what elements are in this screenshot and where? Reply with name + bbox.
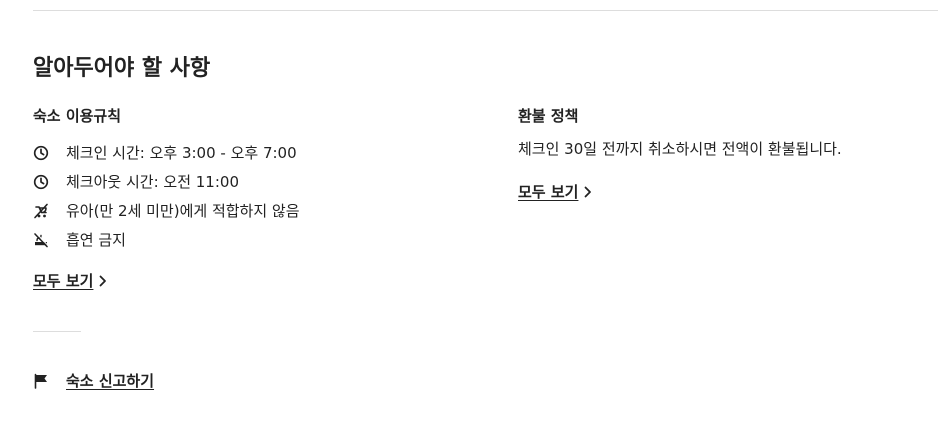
refund-policy-heading: 환불 정책 [518, 107, 579, 125]
clock-icon [33, 174, 49, 190]
refund-policy-section: 환불 정책 체크인 30일 전까지 취소하시면 전액이 환불됩니다. [518, 105, 938, 160]
rule-text: 흡연 금지 [66, 230, 126, 249]
refund-policy-show-all-link[interactable]: 모두 보기 [518, 181, 592, 203]
rule-check-in: 체크인 시간: 오후 3:00 - 오후 7:00 [33, 138, 473, 167]
rule-no-infants: 유아(만 2세 미만)에게 적합하지 않음 [33, 196, 473, 225]
section-divider [33, 331, 81, 332]
chevron-right-icon [99, 275, 107, 287]
chevron-right-icon [584, 186, 592, 198]
clock-icon [33, 145, 49, 161]
rule-text: 체크인 시간: 오후 3:00 - 오후 7:00 [66, 143, 297, 162]
house-rules-show-all-link[interactable]: 모두 보기 [33, 270, 107, 292]
no-smoking-icon [33, 232, 49, 248]
show-all-label: 모두 보기 [518, 183, 579, 201]
report-listing-label: 숙소 신고하기 [66, 372, 155, 390]
top-divider [33, 10, 938, 11]
no-stroller-icon [33, 203, 49, 219]
section-title: 알아두어야 할 사항 [33, 56, 211, 81]
report-listing-button[interactable]: 숙소 신고하기 [33, 370, 154, 392]
house-rules-heading: 숙소 이용규칙 [33, 107, 122, 125]
house-rules-section: 숙소 이용규칙 체크인 시간: 오후 3:00 - 오후 7:00 체크아웃 시… [33, 105, 473, 254]
flag-icon [33, 373, 49, 389]
rule-text: 유아(만 2세 미만)에게 적합하지 않음 [66, 201, 300, 220]
house-rules-list: 체크인 시간: 오후 3:00 - 오후 7:00 체크아웃 시간: 오전 11… [33, 138, 473, 254]
refund-policy-text: 체크인 30일 전까지 취소하시면 전액이 환불됩니다. [518, 140, 842, 158]
rule-no-smoking: 흡연 금지 [33, 225, 473, 254]
rule-check-out: 체크아웃 시간: 오전 11:00 [33, 167, 473, 196]
rule-text: 체크아웃 시간: 오전 11:00 [66, 172, 239, 191]
show-all-label: 모두 보기 [33, 272, 94, 290]
